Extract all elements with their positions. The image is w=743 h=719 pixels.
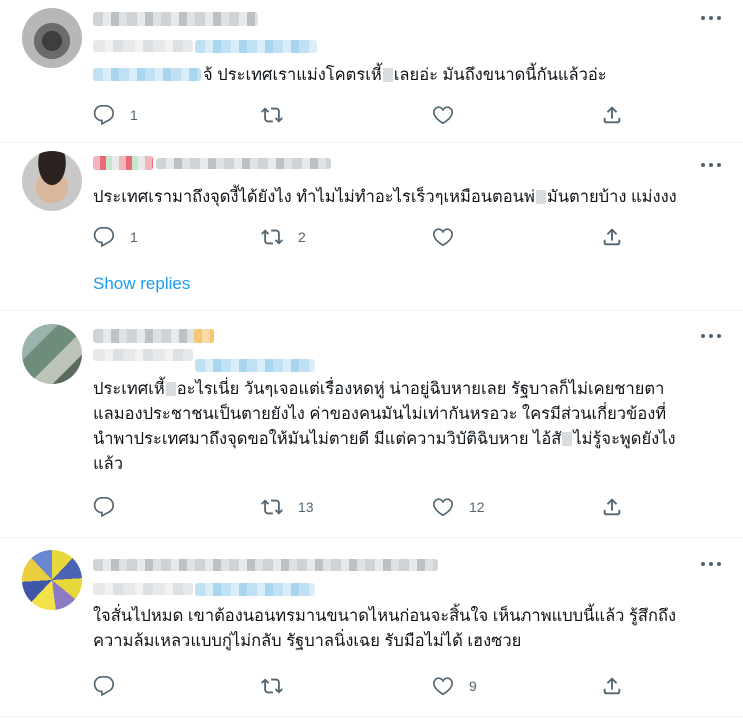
display-name-redacted[interactable] <box>93 156 153 170</box>
like-button[interactable]: 9 <box>432 674 477 698</box>
divider <box>0 716 743 717</box>
censored-block <box>165 382 176 396</box>
mention-redacted[interactable] <box>93 68 201 81</box>
reply-icon <box>93 105 114 126</box>
replying-to-redacted[interactable] <box>195 359 315 372</box>
handle-redacted <box>156 158 331 169</box>
share-icon <box>603 498 621 516</box>
share-icon <box>603 677 621 695</box>
reply-count: 1 <box>130 107 138 123</box>
reply-button[interactable]: 1 <box>93 225 138 249</box>
tweet-text: จ้ ประเทศเราแม่งโคตรเหี้ เลยอ่ะ มันถึงขนา… <box>203 66 607 84</box>
censored-block <box>562 432 573 446</box>
reply-button[interactable] <box>93 495 130 519</box>
tweet-text: ประเทศเหี้ อะไรเนี่ย วันๆเจอแต่เรื่องหดหู… <box>93 380 676 473</box>
tweet-4[interactable]: ใจสั่นไปหมด เขาต้องนอนทรมานขนาดไหนก่อนจะ… <box>0 538 743 719</box>
share-icon <box>603 228 621 246</box>
tweet-3[interactable]: ประเทศเหี้ อะไรเนี่ย วันๆเจอแต่เรื่องหดหู… <box>0 311 743 537</box>
avatar[interactable] <box>22 324 82 384</box>
like-icon <box>433 228 453 247</box>
censored-block <box>535 190 546 204</box>
replying-to-redacted[interactable] <box>195 40 317 53</box>
reply-button[interactable] <box>93 674 130 698</box>
avatar[interactable] <box>22 8 82 68</box>
reply-icon <box>93 227 114 248</box>
reply-count: 1 <box>130 229 138 245</box>
tweet-actions: 13 12 <box>93 495 653 519</box>
like-count: 12 <box>469 499 485 515</box>
like-icon <box>433 106 453 125</box>
retweet-button[interactable]: 2 <box>261 225 306 249</box>
more-icon[interactable] <box>701 163 721 169</box>
handle-redacted <box>93 40 193 52</box>
tweet-actions: 1 2 <box>93 225 653 249</box>
avatar[interactable] <box>22 151 82 211</box>
display-name-redacted[interactable] <box>93 12 258 26</box>
retweet-icon <box>261 229 283 245</box>
retweet-icon <box>261 499 283 515</box>
retweet-button[interactable] <box>261 103 298 127</box>
like-button[interactable]: 12 <box>432 495 485 519</box>
tweet-actions: 1 <box>93 103 653 127</box>
like-button[interactable] <box>432 225 469 249</box>
share-icon <box>603 106 621 124</box>
more-icon[interactable] <box>701 562 721 568</box>
reply-icon <box>93 676 114 697</box>
like-icon <box>433 498 453 517</box>
retweet-icon <box>261 107 283 123</box>
badge-redacted <box>194 329 214 343</box>
share-button[interactable] <box>601 225 638 249</box>
avatar[interactable] <box>22 550 82 610</box>
replying-to-redacted[interactable] <box>195 583 315 596</box>
handle-redacted <box>93 583 193 595</box>
more-icon[interactable] <box>701 16 721 22</box>
like-icon <box>433 677 453 696</box>
retweet-count: 13 <box>298 499 314 515</box>
display-name-redacted[interactable] <box>93 559 438 571</box>
retweet-button[interactable]: 13 <box>261 495 314 519</box>
handle-redacted <box>93 349 193 361</box>
like-button[interactable] <box>432 103 469 127</box>
tweet-text: ใจสั่นไปหมด เขาต้องนอนทรมานขนาดไหนก่อนจะ… <box>93 607 676 650</box>
tweet-actions: 9 <box>93 674 653 698</box>
retweet-button[interactable] <box>261 674 298 698</box>
retweet-icon <box>261 678 283 694</box>
like-count: 9 <box>469 678 477 694</box>
tweet-text: ประเทศเรามาถึงจุดงี้ได้ยังไง ทำไมไม่ทำอะ… <box>93 188 677 206</box>
censored-block <box>382 68 393 82</box>
reply-icon <box>93 497 114 518</box>
reply-button[interactable]: 1 <box>93 103 138 127</box>
share-button[interactable] <box>601 103 638 127</box>
share-button[interactable] <box>601 495 638 519</box>
retweet-count: 2 <box>298 229 306 245</box>
tweet-1[interactable]: จ้ ประเทศเราแม่งโคตรเหี้ เลยอ่ะ มันถึงขนา… <box>0 0 743 142</box>
show-replies-link[interactable]: Show replies <box>93 274 190 294</box>
share-button[interactable] <box>601 674 638 698</box>
more-icon[interactable] <box>701 334 721 340</box>
